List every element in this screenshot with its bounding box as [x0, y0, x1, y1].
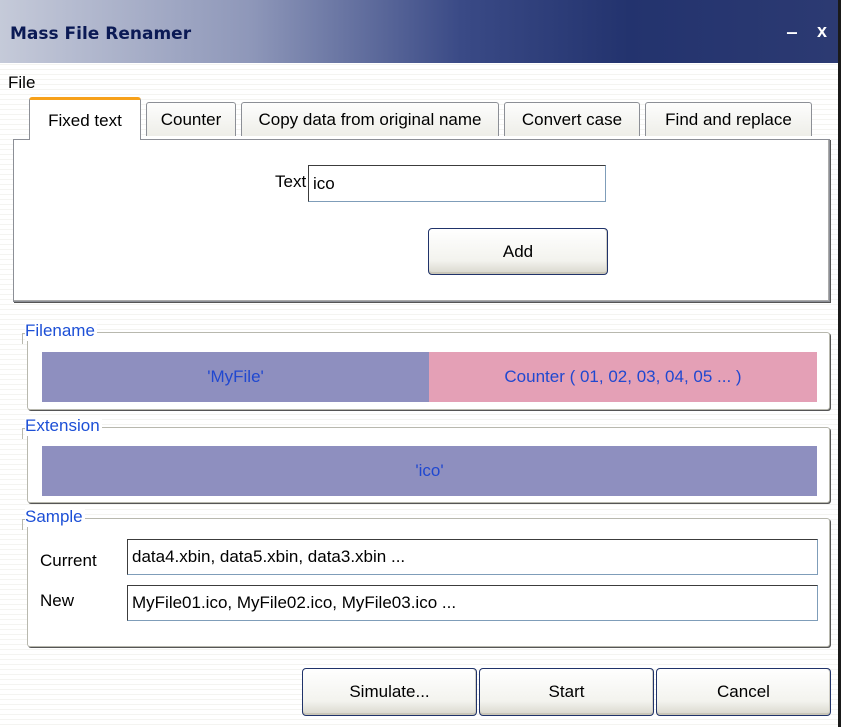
filename-segment-counter[interactable]: Counter ( 01, 02, 03, 04, 05 ... )	[429, 352, 817, 402]
app-window: Mass File Renamer ‒ x File Fixed text Co…	[0, 0, 841, 727]
tab-counter[interactable]: Counter	[146, 102, 236, 136]
extension-segment-text[interactable]: 'ico'	[42, 446, 817, 496]
menu-file[interactable]: File	[8, 73, 35, 93]
extension-legend: Extension	[25, 416, 102, 436]
tab-find-replace[interactable]: Find and replace	[645, 102, 812, 136]
sample-legend: Sample	[25, 507, 85, 527]
new-sample-field: MyFile01.ico, MyFile02.ico, MyFile03.ico…	[127, 585, 818, 621]
current-label: Current	[40, 551, 97, 570]
tab-convert-case[interactable]: Convert case	[504, 102, 640, 136]
add-button[interactable]: Add	[428, 228, 608, 275]
window-title: Mass File Renamer	[10, 24, 192, 44]
start-button[interactable]: Start	[479, 668, 654, 716]
tab-copy-data[interactable]: Copy data from original name	[241, 102, 499, 136]
title-bar[interactable]: Mass File Renamer ‒ x	[0, 0, 838, 63]
filename-legend: Filename	[25, 321, 97, 341]
simulate-button[interactable]: Simulate...	[302, 668, 477, 716]
tab-fixed-text[interactable]: Fixed text	[29, 97, 141, 140]
filename-segment-text[interactable]: 'MyFile'	[42, 352, 429, 402]
fixed-text-panel	[13, 139, 830, 302]
cancel-button[interactable]: Cancel	[656, 668, 831, 716]
current-sample-field: data4.xbin, data5.xbin, data3.xbin ...	[127, 539, 818, 575]
text-input[interactable]	[308, 165, 606, 202]
text-label: Text	[275, 172, 307, 191]
sample-group	[27, 518, 830, 647]
close-icon[interactable]: x	[812, 21, 832, 43]
new-label: New	[40, 591, 75, 610]
minimize-icon[interactable]: ‒	[780, 22, 804, 44]
